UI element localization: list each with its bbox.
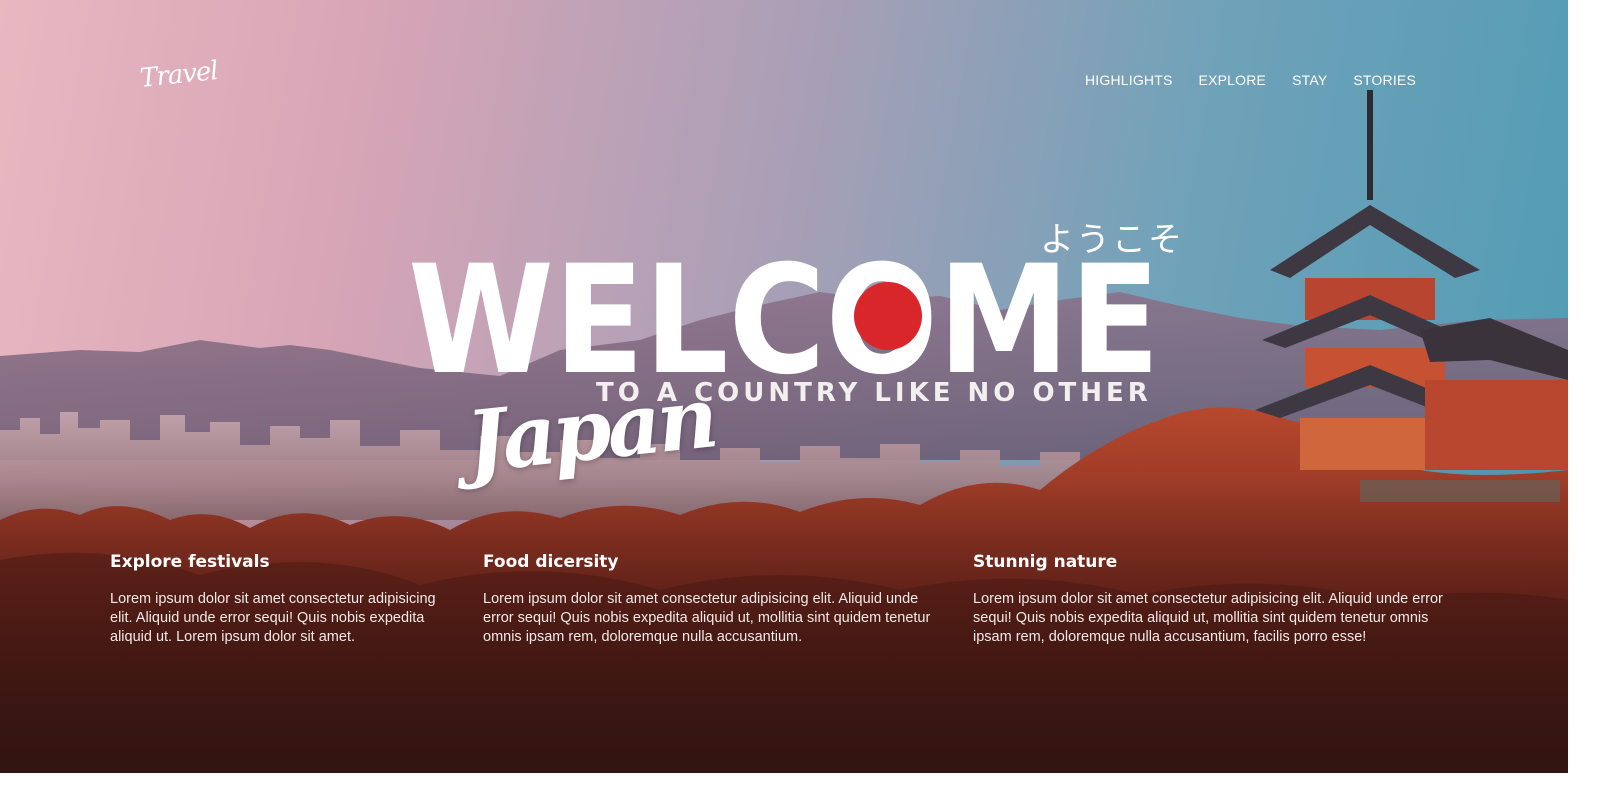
welcome-text: WELCOME xyxy=(408,254,1160,380)
feature-title: Explore festivals xyxy=(110,552,270,572)
nav-explore[interactable]: EXPLORE xyxy=(1199,72,1267,88)
feature-text: Lorem ipsum dolor sit amet consectetur a… xyxy=(110,591,436,645)
feature-title: Food dicersity xyxy=(483,552,619,572)
feature-festivals: Explore festivals Lorem ipsum dolor sit … xyxy=(110,552,440,647)
red-sun-circle xyxy=(854,282,922,350)
nav-stay[interactable]: STAY xyxy=(1292,72,1327,88)
pagoda xyxy=(1255,90,1568,502)
feature-text: Lorem ipsum dolor sit amet consectetur a… xyxy=(483,591,931,645)
feature-nature: Stunnig nature Lorem ipsum dolor sit ame… xyxy=(973,552,1465,647)
hero-section: Travel HIGHLIGHTS EXPLORE STAY STORIES よ… xyxy=(0,0,1568,773)
feature-text: Lorem ipsum dolor sit amet consectetur a… xyxy=(973,591,1443,645)
nav-highlights[interactable]: HIGHLIGHTS xyxy=(1085,72,1173,88)
feature-food: Food dicersity Lorem ipsum dolor sit ame… xyxy=(483,552,939,647)
welcome-heading: WELCOME xyxy=(408,254,1160,380)
feature-title: Stunnig nature xyxy=(973,552,1118,572)
main-nav: HIGHLIGHTS EXPLORE STAY STORIES xyxy=(1085,72,1416,88)
nav-stories[interactable]: STORIES xyxy=(1353,72,1416,88)
